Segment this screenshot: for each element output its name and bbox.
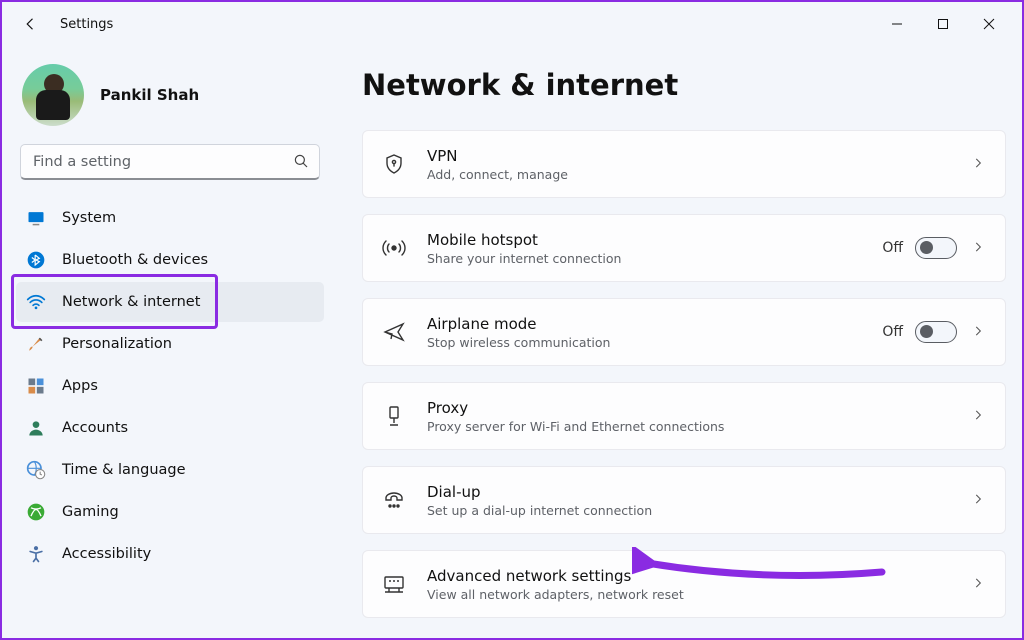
sidebar-item-bluetooth[interactable]: Bluetooth & devices — [16, 240, 324, 280]
chevron-right-icon — [971, 239, 985, 258]
proxy-icon — [381, 403, 407, 429]
sidebar-item-label: System — [62, 210, 116, 226]
sidebar-item-accounts[interactable]: Accounts — [16, 408, 324, 448]
settings-cards: VPN Add, connect, manage Mobile hotspot … — [362, 130, 1006, 618]
sidebar-item-gaming[interactable]: Gaming — [16, 492, 324, 532]
shield-key-icon — [381, 151, 407, 177]
search-input[interactable] — [20, 144, 320, 180]
card-desc: Proxy server for Wi-Fi and Ethernet conn… — [427, 419, 957, 434]
chevron-right-icon — [971, 575, 985, 594]
hotspot-toggle[interactable] — [915, 237, 957, 259]
airplane-toggle[interactable] — [915, 321, 957, 343]
card-mobile-hotspot[interactable]: Mobile hotspot Share your internet conne… — [362, 214, 1006, 282]
maximize-button[interactable] — [920, 8, 966, 40]
card-desc: Add, connect, manage — [427, 167, 957, 182]
card-advanced-network[interactable]: Advanced network settings View all netwo… — [362, 550, 1006, 618]
dialup-icon — [381, 487, 407, 513]
window-title: Settings — [60, 17, 113, 32]
toggle-state-label: Off — [882, 240, 903, 256]
card-desc: Set up a dial-up internet connection — [427, 503, 957, 518]
sidebar-item-label: Bluetooth & devices — [62, 252, 208, 268]
sidebar-item-label: Accounts — [62, 420, 128, 436]
card-vpn[interactable]: VPN Add, connect, manage — [362, 130, 1006, 198]
card-airplane-mode[interactable]: Airplane mode Stop wireless communicatio… — [362, 298, 1006, 366]
card-title: Advanced network settings — [427, 567, 957, 585]
hotspot-icon — [381, 235, 407, 261]
sidebar-item-time[interactable]: Time & language — [16, 450, 324, 490]
main-panel: Network & internet VPN Add, connect, man… — [332, 46, 1022, 638]
sidebar-item-network[interactable]: Network & internet — [16, 282, 324, 322]
card-desc: Share your internet connection — [427, 251, 882, 266]
card-title: Airplane mode — [427, 315, 882, 333]
window-controls — [874, 8, 1012, 40]
profile-name: Pankil Shah — [100, 86, 199, 104]
chevron-right-icon — [971, 407, 985, 426]
sidebar-item-accessibility[interactable]: Accessibility — [16, 534, 324, 574]
page-title: Network & internet — [362, 68, 1006, 102]
system-icon — [26, 208, 46, 228]
person-icon — [26, 418, 46, 438]
sidebar-item-label: Apps — [62, 378, 98, 394]
paintbrush-icon — [26, 334, 46, 354]
sidebar-item-personalization[interactable]: Personalization — [16, 324, 324, 364]
profile-block[interactable]: Pankil Shah — [14, 56, 326, 144]
sidebar-item-label: Time & language — [62, 462, 186, 478]
card-title: Proxy — [427, 399, 957, 417]
card-desc: View all network adapters, network reset — [427, 587, 957, 602]
toggle-state-label: Off — [882, 324, 903, 340]
sidebar-item-system[interactable]: System — [16, 198, 324, 238]
chevron-right-icon — [971, 155, 985, 174]
back-button[interactable] — [20, 13, 42, 35]
search-container — [20, 144, 320, 180]
wifi-icon — [26, 292, 46, 312]
avatar — [22, 64, 84, 126]
chevron-right-icon — [971, 323, 985, 342]
close-button[interactable] — [966, 8, 1012, 40]
sidebar-item-apps[interactable]: Apps — [16, 366, 324, 406]
sidebar-item-label: Personalization — [62, 336, 172, 352]
xbox-icon — [26, 502, 46, 522]
accessibility-icon — [26, 544, 46, 564]
minimize-button[interactable] — [874, 8, 920, 40]
sidebar-item-label: Accessibility — [62, 546, 151, 562]
network-adapter-icon — [381, 571, 407, 597]
sidebar: Pankil Shah System Bluetooth & devices — [2, 46, 332, 638]
apps-icon — [26, 376, 46, 396]
card-desc: Stop wireless communication — [427, 335, 882, 350]
chevron-right-icon — [971, 491, 985, 510]
airplane-icon — [381, 319, 407, 345]
card-title: Mobile hotspot — [427, 231, 882, 249]
card-title: Dial-up — [427, 483, 957, 501]
sidebar-item-label: Gaming — [62, 504, 119, 520]
bluetooth-icon — [26, 250, 46, 270]
card-title: VPN — [427, 147, 957, 165]
card-dialup[interactable]: Dial-up Set up a dial-up internet connec… — [362, 466, 1006, 534]
sidebar-item-label: Network & internet — [62, 294, 200, 310]
title-bar: Settings — [2, 2, 1022, 46]
globe-clock-icon — [26, 460, 46, 480]
card-proxy[interactable]: Proxy Proxy server for Wi-Fi and Etherne… — [362, 382, 1006, 450]
nav-list: System Bluetooth & devices Network & int… — [14, 198, 326, 574]
